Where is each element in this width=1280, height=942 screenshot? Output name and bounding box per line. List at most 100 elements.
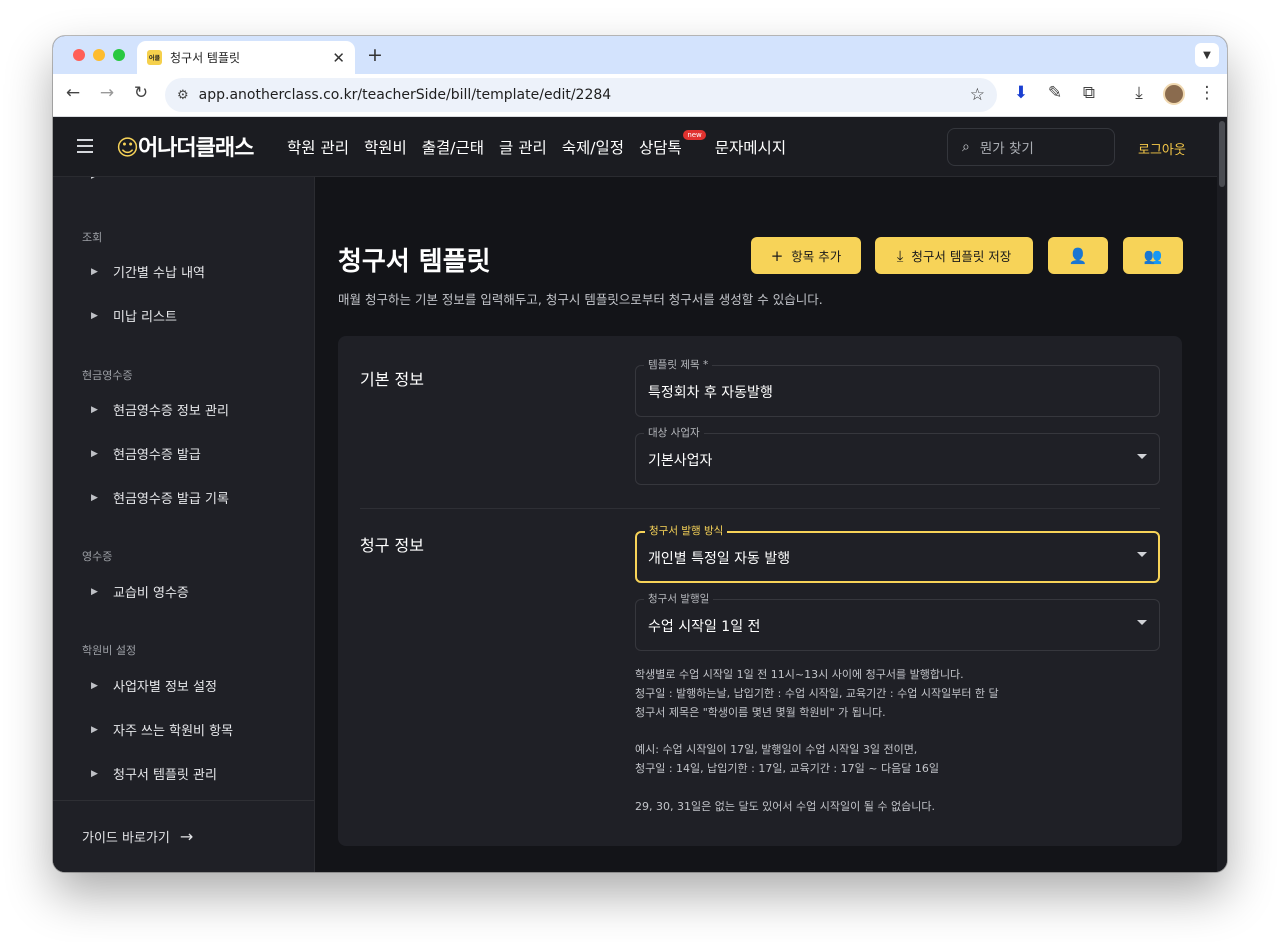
chevron-right-icon: ▶ [91,310,98,321]
tab-title: 청구서 템플릿 [170,51,241,65]
downloads-icon[interactable]: ⤓ [1127,83,1151,103]
issue-method-value: 개인별 특정일 자동 발행 [648,551,791,567]
sidebar-item-template-manage[interactable]: ▶ 청구서 템플릿 관리 [91,764,217,783]
sidebar-divider [53,800,314,801]
sidebar-item-cut-off[interactable]: ▸ ····························· [91,177,222,183]
nav-academy[interactable]: 학원 관리 [287,136,349,158]
search-placeholder: 뭔가 찾기 [979,141,1034,157]
business-value: 기본사업자 [648,453,713,469]
logout-link[interactable]: 로그아웃 [1138,139,1186,158]
guide-link[interactable]: 가이드 바로가기 → [82,827,193,846]
business-label: 대상 사업자 [644,425,704,440]
chevron-right-icon: ▶ [91,586,98,597]
sidebar-item-business-settings[interactable]: ▶ 사업자별 정보 설정 [91,676,217,695]
extension-pen-icon[interactable]: ✎ [1043,83,1067,103]
sidebar-section-title: 학원비 설정 [82,644,137,657]
favicon: 어클 [147,50,162,65]
minimize-window-button[interactable] [93,49,105,61]
template-name-field[interactable]: 템플릿 제목 * 특정회차 후 자동발행 [635,357,1160,417]
arrow-right-icon: → [179,827,194,846]
main-content: 청구서 템플릿 매월 청구하는 기본 정보를 입력해두고, 청구시 템플릿으로부… [316,177,1216,872]
tab-close-icon[interactable]: ✕ [332,49,345,67]
plus-icon: + [770,246,784,265]
logo[interactable]: ☺어나더클래스 [116,130,254,162]
issue-date-value: 수업 시작일 1일 전 [648,619,761,635]
sidebar-item-period-payments[interactable]: ▶ 기간별 수납 내역 [91,262,205,281]
browser-menu-icon[interactable]: ⋮ [1195,83,1219,103]
template-form-card: 기본 정보 템플릿 제목 * 특정회차 후 자동발행 대상 사업자 기본사업자 … [338,336,1182,846]
sidebar-item-cash-receipt-history[interactable]: ▶ 현금영수증 발급 기록 [91,488,229,507]
chevron-right-icon: ▶ [91,404,98,415]
menu-icon[interactable] [77,139,93,157]
reload-icon[interactable]: ↻ [129,83,153,103]
nav-attendance[interactable]: 출결/근태 [422,136,484,158]
assign-person-button[interactable]: 👤 [1048,237,1108,274]
sidebar-item-frequent-items[interactable]: ▶ 자주 쓰는 학원비 항목 [91,720,233,739]
back-icon[interactable]: ← [61,83,85,103]
sidebar-section-title: 영수증 [82,550,113,563]
tab-strip: 어클 청구서 템플릿 ✕ + ▼ [53,36,1227,74]
profile-avatar[interactable] [1163,83,1185,105]
app-root: ☺어나더클래스 학원 관리 학원비 출결/근태 글 관리 숙제/일정 상담톡 ne… [53,117,1217,872]
page-scrollbar[interactable] [1217,117,1227,872]
address-bar[interactable]: ⚙ app.anotherclass.co.kr/teacherSide/bil… [165,78,997,112]
chevron-right-icon: ▶ [91,448,98,459]
sidebar-section-title: 조회 [82,231,103,244]
basic-info-label: 기본 정보 [360,370,424,389]
save-template-button[interactable]: ⤓ 청구서 템플릿 저장 [875,237,1033,274]
browser-toolbar: ← → ↻ ⚙ app.anotherclass.co.kr/teacherSi… [53,74,1227,117]
dropdown-arrow-icon [1137,454,1147,459]
business-select[interactable]: 대상 사업자 기본사업자 [635,425,1160,485]
url-text[interactable]: app.anotherclass.co.kr/teacherSide/bill/… [199,87,970,103]
issue-method-label: 청구서 발행 방식 [645,523,728,538]
main-nav: 학원 관리 학원비 출결/근태 글 관리 숙제/일정 상담톡 new 문자메시지 [287,130,801,158]
add-item-button[interactable]: + 항목 추가 [751,237,861,274]
nav-tuition[interactable]: 학원비 [364,136,407,158]
nav-posts[interactable]: 글 관리 [499,136,547,158]
help-line: 예시: 수업 시작일이 17일, 발행일이 수업 시작일 3일 전이면, [635,743,918,757]
bookmark-star-icon[interactable]: ☆ [970,85,985,105]
app-header: ☺어나더클래스 학원 관리 학원비 출결/근태 글 관리 숙제/일정 상담톡 ne… [53,117,1217,177]
nav-sms[interactable]: 문자메시지 [715,136,786,158]
chevron-right-icon: ▶ [91,266,98,277]
people-icon: 👥 [1143,246,1163,265]
sidebar-item-tuition-receipt[interactable]: ▶ 교습비 영수증 [91,582,189,601]
close-window-button[interactable] [73,49,85,61]
tab-search-chevron-icon[interactable]: ▼ [1195,43,1219,67]
nav-consult[interactable]: 상담톡 new [639,130,706,158]
help-text: 학생별로 수업 시작일 1일 전 11시~13시 사이에 청구서를 발행합니다.… [635,666,999,816]
window-controls [73,49,125,61]
new-tab-icon[interactable]: + [367,44,383,66]
scrollbar-thumb[interactable] [1219,121,1225,187]
sidebar: ▸ ····························· 조회 ▶기간별 … [53,177,315,872]
new-badge: new [683,130,706,140]
sidebar-item-cash-receipt-info[interactable]: ▶ 현금영수증 정보 관리 [91,400,229,419]
template-name-value[interactable]: 특정회차 후 자동발행 [648,382,773,402]
chevron-right-icon: ▶ [91,768,98,779]
group-button[interactable]: 👥 [1123,237,1183,274]
download-icon: ⤓ [896,246,904,265]
extension-download-icon[interactable]: ⬇ [1009,83,1033,103]
maximize-window-button[interactable] [113,49,125,61]
page-title: 청구서 템플릿 [338,247,491,277]
forward-icon[interactable]: → [95,83,119,103]
sidebar-section-title: 현금영수증 [82,369,133,382]
sidebar-item-cash-receipt-issue[interactable]: ▶ 현금영수증 발급 [91,444,201,463]
site-info-icon[interactable]: ⚙ [177,88,189,103]
help-line: 29, 30, 31일은 없는 달도 있어서 수업 시작일이 될 수 없습니다. [635,799,935,813]
issue-method-select[interactable]: 청구서 발행 방식 개인별 특정일 자동 발행 [635,523,1160,583]
search-box[interactable]: ⌕ 뭔가 찾기 [947,128,1115,166]
search-icon: ⌕ [962,139,970,155]
billing-info-label: 청구 정보 [360,536,424,555]
nav-homework[interactable]: 숙제/일정 [562,136,624,158]
sidebar-item-unpaid-list[interactable]: ▶ 미납 리스트 [91,306,177,325]
person-check-icon: 👤 [1068,246,1088,265]
template-name-label: 템플릿 제목 * [644,357,713,372]
chevron-right-icon: ▶ [91,724,98,735]
extensions-puzzle-icon[interactable]: ⧉ [1077,83,1101,103]
section-divider [360,508,1160,509]
issue-date-select[interactable]: 청구서 발행일 수업 시작일 1일 전 [635,591,1160,651]
help-line: 청구일 : 발행하는날, 납입기한 : 수업 시작일, 교육기간 : 수업 시작… [635,686,999,700]
browser-tab[interactable]: 어클 청구서 템플릿 ✕ [137,41,355,74]
chevron-right-icon: ▶ [91,680,98,691]
